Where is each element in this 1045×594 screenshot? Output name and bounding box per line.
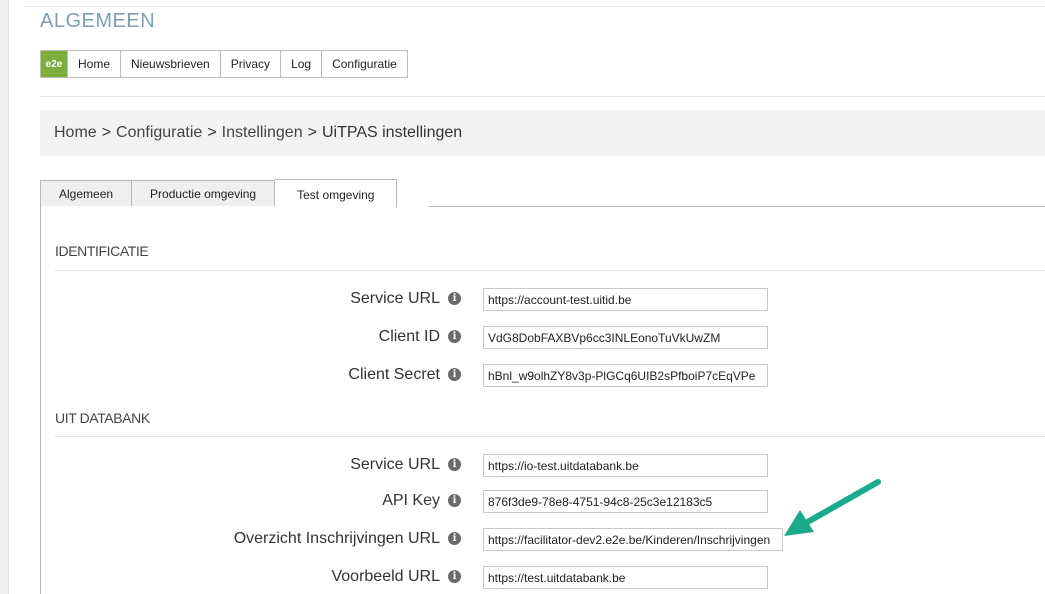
field-row-service-url: Service URL i [0, 288, 1045, 312]
info-icon[interactable]: i [448, 494, 461, 507]
field-row-voorbeeld-url: Voorbeeld URL i [0, 566, 1045, 590]
uit-service-url-input[interactable] [483, 454, 768, 477]
field-label: Client ID [378, 328, 440, 345]
breadcrumb: Home > Configuratie > Instellingen > UiTPAS in… [40, 110, 1045, 156]
breadcrumb-separator: > [101, 124, 112, 141]
field-label: Client Secret [348, 366, 440, 383]
field-label: API Key [382, 492, 440, 509]
logo-text: e2e [45, 58, 63, 70]
overzicht-inschrijvingen-url-input[interactable] [483, 528, 783, 551]
field-row-client-secret: Client Secret i [0, 364, 1045, 388]
breadcrumb-separator: > [307, 124, 317, 141]
api-key-input[interactable] [483, 490, 768, 513]
section-heading-identificatie: IDENTIFICATIE [55, 243, 149, 259]
breadcrumb-separator: > [207, 124, 217, 141]
service-url-input[interactable] [483, 288, 768, 311]
tab-algemeen[interactable]: Algemeen [40, 180, 133, 206]
field-label: Service URL [350, 456, 440, 473]
field-label: Service URL [350, 290, 440, 307]
field-label: Overzicht Inschrijvingen URL [233, 530, 440, 547]
menu-item-log[interactable]: Log [281, 51, 323, 77]
field-label: Voorbeeld URL [331, 568, 440, 585]
tab-test-omgeving[interactable]: Test omgeving [275, 179, 398, 207]
client-id-input[interactable] [483, 326, 768, 349]
section-divider [55, 270, 1045, 271]
app-title: ALGEMEEN [40, 10, 156, 32]
menu-item-privacy[interactable]: Privacy [221, 51, 282, 77]
main-menu: e2e Home Nieuwsbrieven Privacy Log Confi… [40, 50, 408, 78]
field-row-client-id: Client ID i [0, 326, 1045, 350]
info-icon[interactable]: i [448, 330, 461, 343]
settings-tabs: Algemeen Productie omgeving Test omgevin… [40, 179, 398, 207]
e2e-logo[interactable]: e2e [41, 51, 68, 77]
info-icon[interactable]: i [448, 570, 461, 583]
breadcrumb-instellingen[interactable]: Instellingen [222, 124, 303, 141]
menu-item-home[interactable]: Home [68, 51, 122, 77]
info-icon[interactable]: i [448, 368, 461, 381]
section-divider [55, 436, 1045, 437]
info-icon[interactable]: i [448, 292, 461, 305]
section-heading-uit-databank: UIT DATABANK [55, 410, 150, 426]
tab-panel-border [429, 206, 1045, 207]
breadcrumb-home[interactable]: Home [54, 124, 97, 141]
menu-item-nieuwsbrieven[interactable]: Nieuwsbrieven [121, 51, 221, 77]
voorbeeld-url-input[interactable] [483, 566, 768, 589]
client-secret-input[interactable] [483, 364, 768, 387]
info-icon[interactable]: i [448, 458, 461, 471]
annotation-arrow-icon [784, 479, 881, 536]
breadcrumb-configuratie[interactable]: Configuratie [116, 124, 202, 141]
info-icon[interactable]: i [448, 532, 461, 545]
tab-productie-omgeving[interactable]: Productie omgeving [132, 180, 276, 206]
breadcrumb-current: UiTPAS instellingen [321, 124, 463, 141]
menu-divider [40, 96, 1045, 97]
menu-item-configuratie[interactable]: Configuratie [322, 51, 407, 77]
top-divider [24, 6, 1045, 7]
